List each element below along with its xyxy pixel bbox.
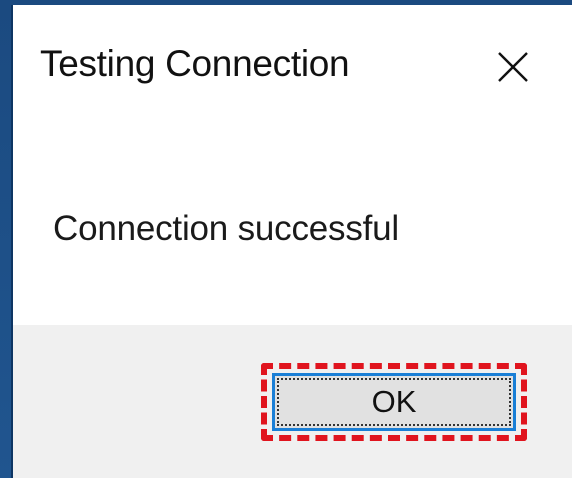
testing-connection-dialog: Testing Connection Connection successful… [13,5,572,478]
close-icon[interactable] [496,50,530,84]
dialog-titlebar: Testing Connection [13,5,572,115]
dialog-footer: OK [13,325,572,478]
status-message: Connection successful [53,209,399,248]
dialog-title: Testing Connection [40,43,350,84]
ok-button-highlight: OK [261,363,527,441]
dialog-body: Connection successful [13,115,572,325]
ok-button[interactable]: OK [272,373,516,431]
